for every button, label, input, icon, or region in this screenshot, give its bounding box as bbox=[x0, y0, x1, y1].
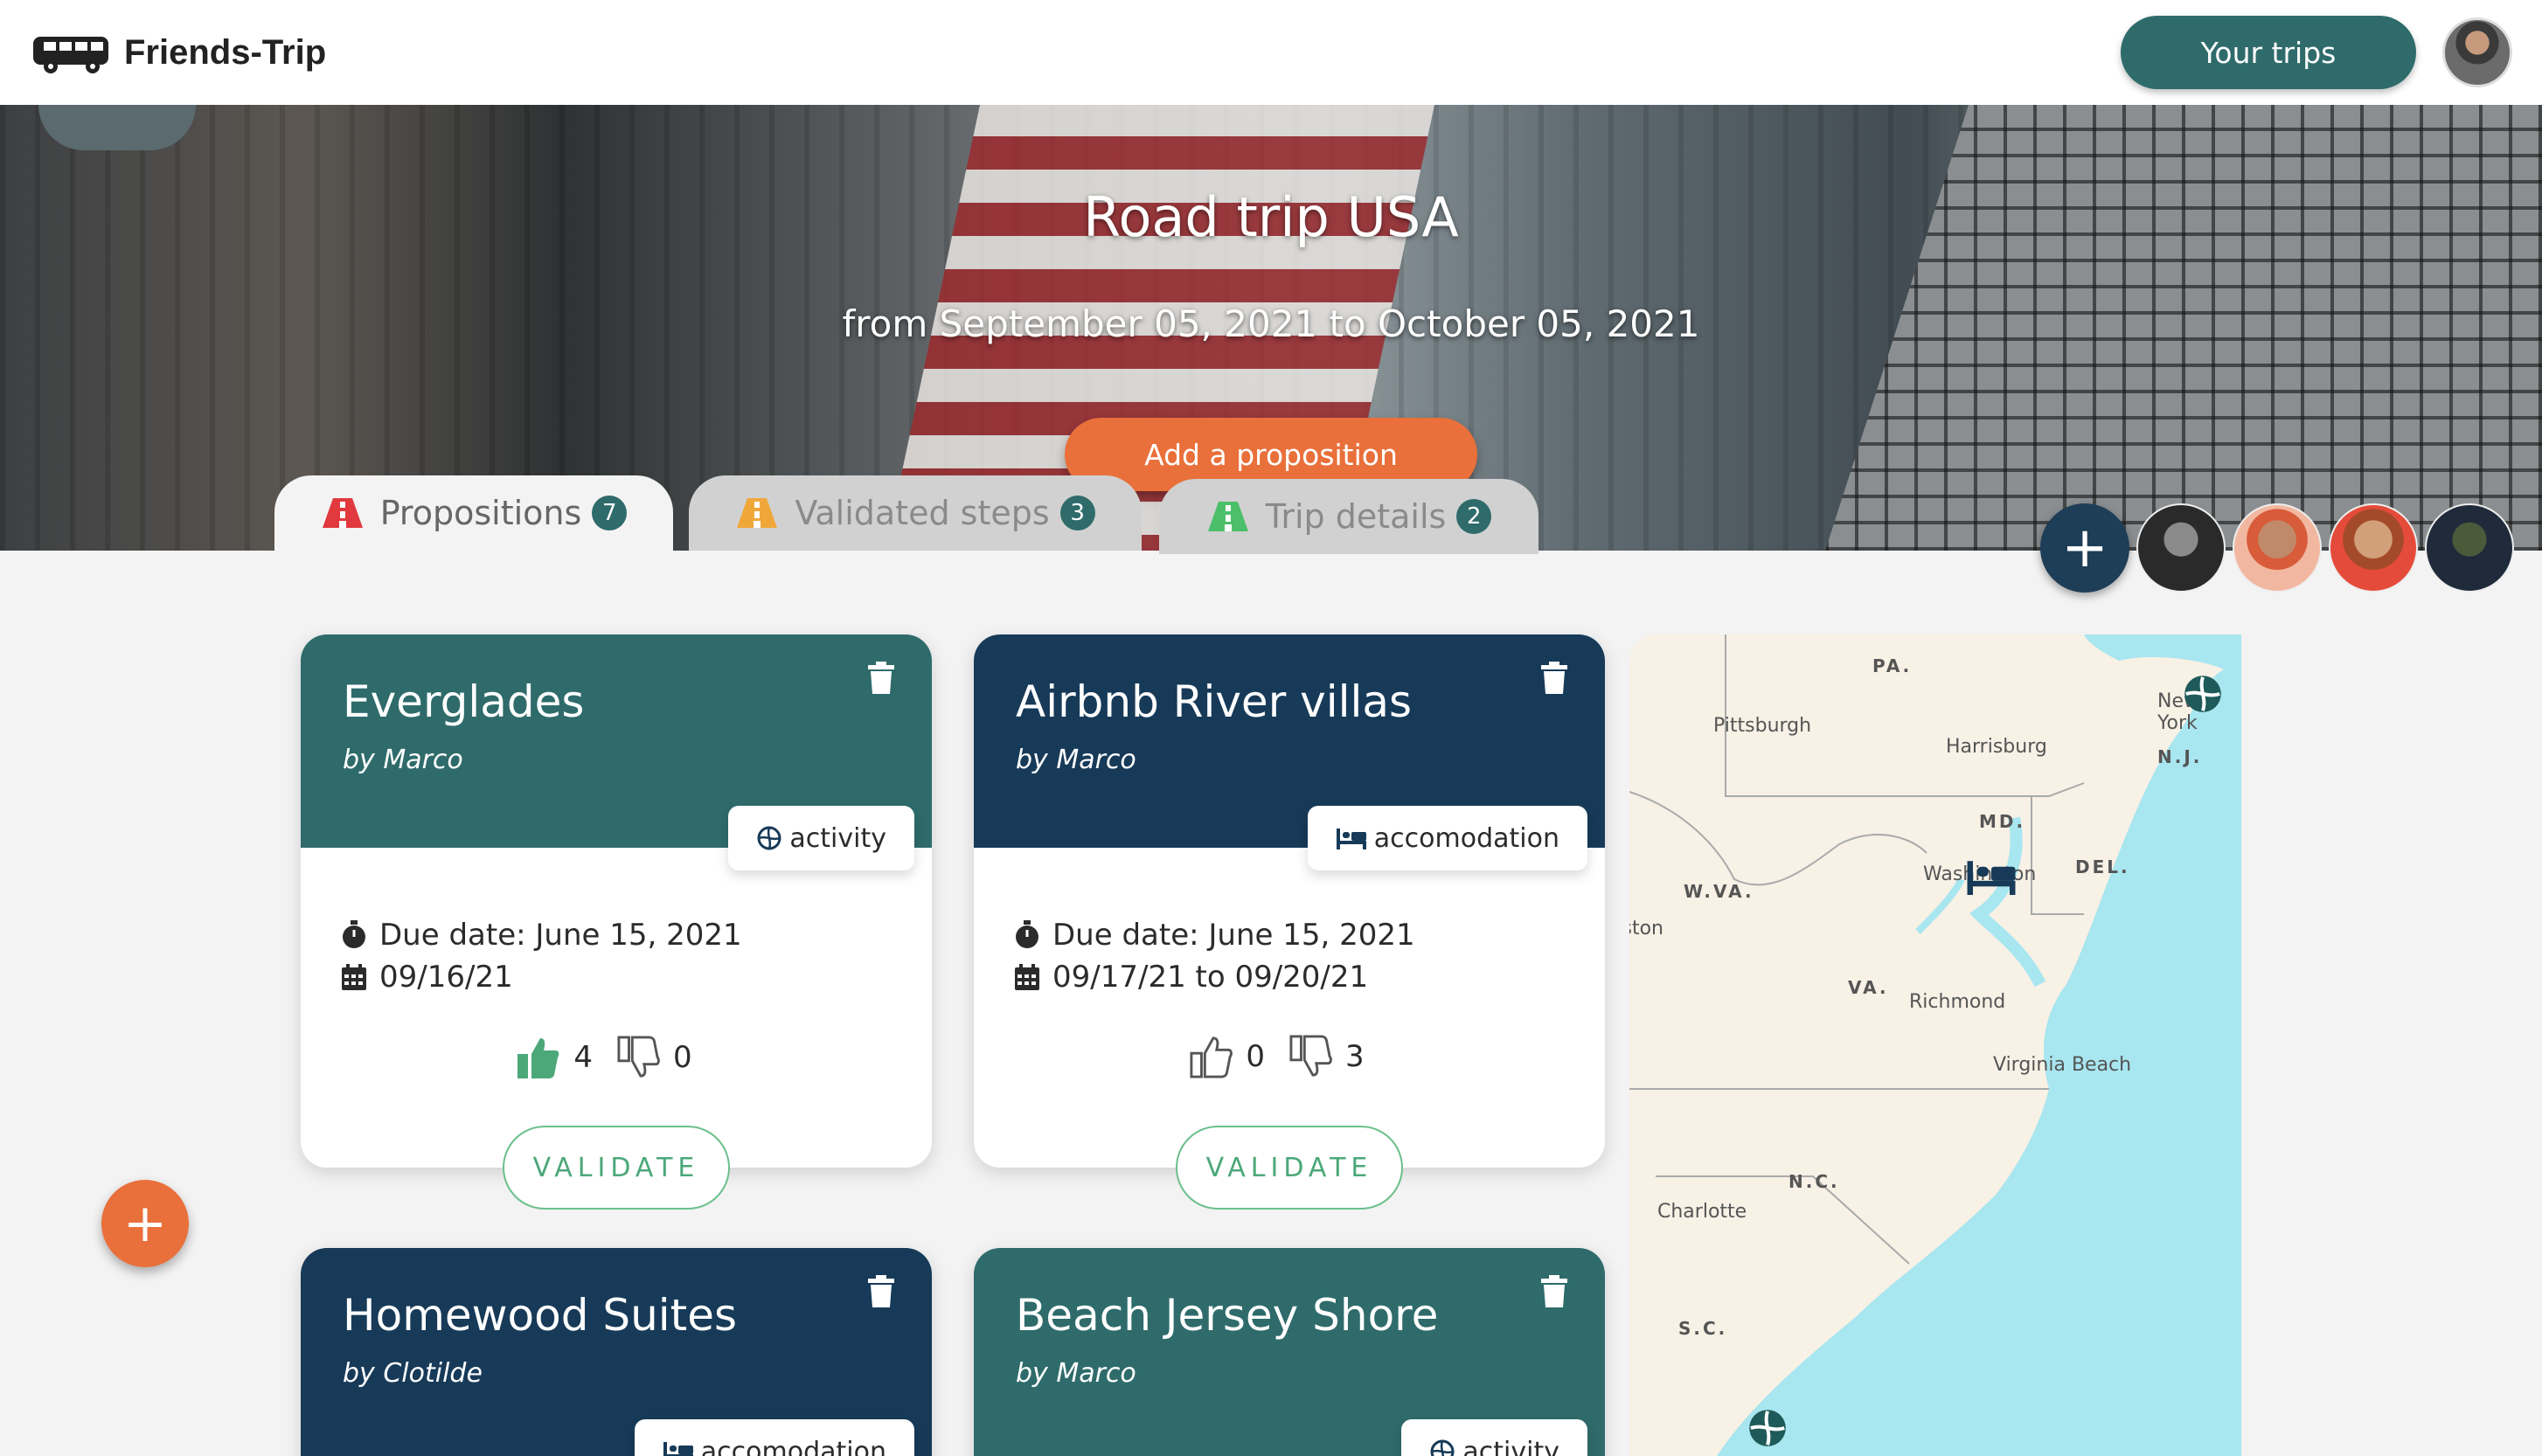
category-tag: activity bbox=[1401, 1419, 1587, 1456]
card-header: Homewood Suites by Clotilde accomodation bbox=[301, 1248, 932, 1456]
validate-button[interactable]: VALIDATE bbox=[1176, 1126, 1403, 1210]
card-title: Homewood Suites bbox=[343, 1290, 738, 1341]
votes: 4 0 bbox=[301, 1035, 932, 1080]
map-city-label: Charlotte bbox=[1657, 1201, 1747, 1223]
map-state-label: S.C. bbox=[1678, 1318, 1728, 1339]
dates-text: 09/17/21 to 09/20/21 bbox=[1052, 960, 1369, 995]
van-icon bbox=[33, 37, 108, 73]
volleyball-marker-icon[interactable] bbox=[1747, 1407, 1788, 1449]
tab-label: Propositions bbox=[379, 494, 582, 532]
dates-text: 09/16/21 bbox=[379, 960, 513, 995]
tab-propositions[interactable]: Propositions 7 bbox=[274, 475, 673, 551]
road-icon bbox=[737, 498, 778, 528]
card-header: Everglades by Marco activity bbox=[301, 634, 932, 870]
trip-dates: from September 05, 2021 to October 05, 2… bbox=[842, 302, 1700, 345]
map-state-label: N.J. bbox=[2157, 746, 2203, 767]
trip-members: + bbox=[2040, 503, 2514, 593]
your-trips-button[interactable]: Your trips bbox=[2121, 16, 2416, 89]
map-state-label: PA. bbox=[1872, 655, 1913, 676]
proposition-dates: 09/17/21 to 09/20/21 bbox=[1014, 960, 1368, 995]
validate-button[interactable]: VALIDATE bbox=[503, 1126, 730, 1210]
tab-trip-details[interactable]: Trip details 2 bbox=[1159, 479, 1538, 554]
due-date: Due date: June 15, 2021 bbox=[1014, 918, 1415, 953]
likes-count: 4 bbox=[573, 1040, 593, 1075]
card-author: by Clotilde bbox=[343, 1358, 483, 1389]
user-avatar[interactable] bbox=[2442, 17, 2512, 87]
tag-label: accomodation bbox=[700, 1436, 886, 1456]
tab-label: Validated steps bbox=[795, 494, 1050, 532]
calendar-icon bbox=[342, 964, 366, 990]
trash-icon[interactable] bbox=[865, 1274, 897, 1309]
trash-icon[interactable] bbox=[1538, 1274, 1570, 1309]
navbar: Friends-Trip Your trips bbox=[0, 0, 2542, 105]
member-avatar[interactable] bbox=[2136, 503, 2226, 593]
likes-count: 0 bbox=[1246, 1039, 1265, 1074]
proposition-card: Homewood Suites by Clotilde accomodation bbox=[301, 1248, 932, 1456]
proposition-card: Everglades by Marco activity Due date: J… bbox=[301, 634, 932, 1210]
dislikes-count: 3 bbox=[1345, 1039, 1365, 1074]
proposition-card: Beach Jersey Shore by Marco activity bbox=[974, 1248, 1605, 1456]
bed-icon bbox=[1336, 829, 1366, 849]
tab-validated-steps[interactable]: Validated steps 3 bbox=[689, 475, 1142, 551]
volleyball-icon bbox=[1430, 1439, 1455, 1456]
organizer-avatar bbox=[38, 105, 196, 150]
add-member-button[interactable]: + bbox=[2040, 503, 2129, 593]
map-city-label: Pittsburgh bbox=[1713, 715, 1812, 737]
map-city-label: Charleston bbox=[1629, 918, 1663, 939]
card-author: by Marco bbox=[1016, 745, 1136, 775]
votes: 0 3 bbox=[974, 1035, 1605, 1078]
map-city-label: Harrisburg bbox=[1946, 736, 2047, 758]
category-tag: accomodation bbox=[634, 1419, 914, 1456]
card-title: Beach Jersey Shore bbox=[1016, 1290, 1439, 1341]
thumbs-up-icon[interactable] bbox=[1190, 1035, 1233, 1078]
due-date-text: Due date: June 15, 2021 bbox=[1052, 918, 1415, 953]
map-state-label: MD. bbox=[1979, 811, 2026, 832]
member-avatar[interactable] bbox=[2233, 503, 2322, 593]
stopwatch-icon bbox=[343, 920, 365, 948]
card-author: by Marco bbox=[1016, 1358, 1136, 1389]
card-body: Due date: June 15, 2021 09/17/21 to 09/2… bbox=[974, 848, 1605, 1210]
card-body: Due date: June 15, 2021 09/16/21 4 0 VAL… bbox=[301, 848, 932, 1210]
due-date-text: Due date: June 15, 2021 bbox=[379, 918, 742, 953]
due-date: Due date: June 15, 2021 bbox=[341, 918, 742, 953]
count-badge: 7 bbox=[592, 496, 628, 530]
map-state-label: N.C. bbox=[1788, 1171, 1840, 1192]
map-state-label: VA. bbox=[1848, 977, 1889, 998]
member-avatar[interactable] bbox=[2425, 503, 2514, 593]
map-city-label: Virginia Beach bbox=[1993, 1054, 2132, 1076]
count-badge: 3 bbox=[1059, 496, 1095, 530]
count-badge: 2 bbox=[1456, 499, 1492, 534]
road-icon bbox=[322, 498, 363, 528]
map-city-label: Richmond bbox=[1909, 991, 2006, 1013]
card-title: Everglades bbox=[343, 676, 585, 727]
card-header: Airbnb River villas by Marco accomodatio… bbox=[974, 634, 1605, 870]
tab-label: Trip details bbox=[1265, 497, 1447, 536]
road-icon bbox=[1207, 502, 1248, 531]
thumbs-down-icon[interactable] bbox=[1289, 1035, 1333, 1078]
volleyball-marker-icon[interactable] bbox=[2182, 673, 2224, 715]
trip-map[interactable]: PA. Pittsburgh Harrisburg New York N.J. … bbox=[1629, 634, 2241, 1456]
tag-label: activity bbox=[1462, 1436, 1559, 1456]
card-header: Beach Jersey Shore by Marco activity bbox=[974, 1248, 1605, 1456]
map-state-label: DEL. bbox=[2075, 856, 2130, 877]
card-title: Airbnb River villas bbox=[1016, 676, 1413, 727]
brand-name: Friends-Trip bbox=[124, 32, 327, 72]
thumbs-up-icon[interactable] bbox=[516, 1035, 561, 1080]
trash-icon[interactable] bbox=[1538, 661, 1570, 696]
calendar-icon bbox=[1015, 964, 1039, 990]
bed-marker-icon[interactable] bbox=[1963, 858, 2019, 895]
bed-icon bbox=[663, 1442, 693, 1456]
proposition-dates: 09/16/21 bbox=[341, 960, 513, 995]
map-state-label: W.VA. bbox=[1684, 881, 1754, 902]
stopwatch-icon bbox=[1016, 920, 1038, 948]
dislikes-count: 0 bbox=[673, 1040, 692, 1075]
card-author: by Marco bbox=[343, 745, 463, 775]
member-avatar[interactable] bbox=[2329, 503, 2418, 593]
trash-icon[interactable] bbox=[865, 661, 897, 696]
thumbs-down-icon[interactable] bbox=[617, 1036, 661, 1079]
proposition-card: Airbnb River villas by Marco accomodatio… bbox=[974, 634, 1605, 1210]
add-proposition-fab[interactable]: + bbox=[101, 1180, 189, 1267]
trip-title: Road trip USA bbox=[1083, 185, 1459, 249]
brand[interactable]: Friends-Trip bbox=[31, 30, 326, 75]
